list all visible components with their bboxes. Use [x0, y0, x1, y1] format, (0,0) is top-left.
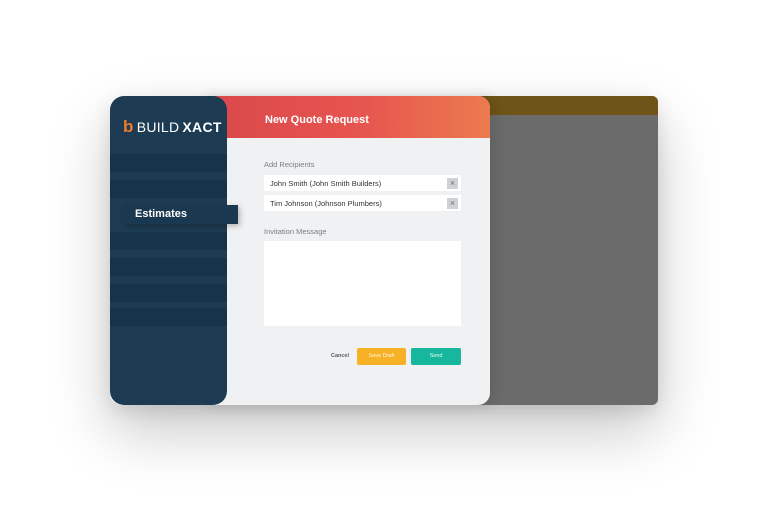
recipient-name: John Smith (John Smith Builders): [270, 178, 382, 188]
close-icon[interactable]: ×: [447, 197, 458, 209]
screen: b BUILD XACT Estimates New Quote Request …: [0, 0, 768, 529]
sidebar: b BUILD XACT: [110, 96, 227, 405]
recipient-chip: Tim Johnson (Johnson Plumbers) ×: [264, 195, 461, 211]
background-panel: [470, 96, 658, 405]
new-quote-request-dialog: New Quote Request Add Recipients John Sm…: [200, 96, 490, 405]
dialog-header: New Quote Request: [200, 96, 490, 138]
brand-logo[interactable]: b BUILD XACT: [123, 118, 222, 135]
sidebar-item[interactable]: [110, 308, 227, 326]
sidebar-item[interactable]: [110, 284, 227, 302]
background-panel-header: [470, 96, 658, 115]
send-button[interactable]: Send: [411, 348, 461, 365]
invitation-message-label: Invitation Message: [264, 227, 327, 236]
recipient-chip: John Smith (John Smith Builders) ×: [264, 175, 461, 191]
add-recipients-label: Add Recipients: [264, 160, 315, 169]
dialog-title: New Quote Request: [265, 114, 369, 126]
save-draft-button[interactable]: Save Draft: [357, 348, 406, 365]
brand-mark-icon: b: [123, 117, 134, 136]
sidebar-item[interactable]: [110, 154, 227, 172]
sidebar-item[interactable]: [110, 258, 227, 276]
sidebar-item-estimates[interactable]: Estimates: [122, 205, 238, 224]
invitation-message-input[interactable]: [264, 241, 461, 326]
cancel-button[interactable]: Cancel: [330, 348, 350, 365]
brand-name-part2: XACT: [182, 118, 222, 135]
sidebar-item[interactable]: [110, 232, 227, 250]
sidebar-item[interactable]: [110, 180, 227, 198]
brand-name-part1: BUILD: [136, 118, 180, 135]
recipient-name: Tim Johnson (Johnson Plumbers): [270, 198, 382, 208]
close-icon[interactable]: ×: [447, 177, 458, 189]
